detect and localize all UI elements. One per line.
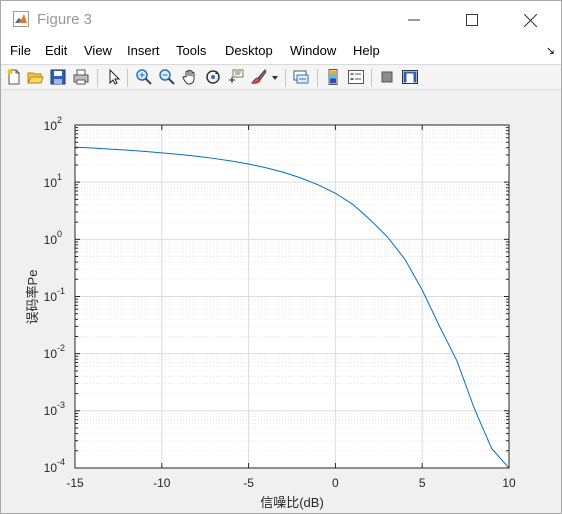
- y-tick-exponent: -1: [57, 286, 65, 296]
- y-tick-exponent: 1: [57, 172, 62, 182]
- toolbar-separator: [371, 69, 372, 87]
- minimize-button[interactable]: [385, 1, 443, 39]
- x-tick-label: 0: [332, 476, 339, 490]
- y-tick-base: 10: [44, 347, 58, 361]
- y-tick-base: 10: [44, 404, 58, 418]
- brush-dropdown-icon[interactable]: [270, 68, 280, 86]
- menu-bar: File Edit View Insert Tools Desktop Wind…: [1, 39, 561, 64]
- x-tick-label: -10: [153, 476, 171, 490]
- figure-toolbar: [1, 64, 561, 90]
- y-tick-exponent: -2: [57, 343, 65, 353]
- maximize-button[interactable]: [443, 1, 501, 39]
- zoom-out-icon[interactable]: [158, 68, 176, 86]
- y-tick-base: 10: [44, 176, 58, 190]
- y-tick-label: 10 -3: [44, 400, 65, 418]
- figure-canvas: -15 -10 -5 0 5 10 10 -4 10 -3 10 -2 10 -1 10…: [1, 91, 561, 513]
- toolbar-separator: [317, 69, 318, 87]
- y-tick-base: 10: [44, 233, 58, 247]
- dock-arrow-icon[interactable]: ↘: [546, 44, 555, 57]
- toolbar-separator: [127, 69, 128, 87]
- menu-help[interactable]: Help: [353, 43, 380, 58]
- close-button[interactable]: [501, 1, 559, 39]
- y-tick-label: 10 0: [44, 229, 62, 247]
- menu-file[interactable]: File: [10, 43, 31, 58]
- save-icon[interactable]: [49, 68, 67, 86]
- y-tick-base: 10: [44, 119, 58, 133]
- minimize-icon: [408, 19, 420, 21]
- brush-icon[interactable]: [250, 68, 268, 86]
- rotate-3d-icon[interactable]: [204, 68, 222, 86]
- toolbar-separator: [97, 69, 98, 87]
- edit-plot-arrow-icon[interactable]: [105, 68, 123, 86]
- menu-window[interactable]: Window: [290, 43, 336, 58]
- maximize-icon: [466, 14, 478, 26]
- y-tick-exponent: 2: [57, 115, 62, 125]
- y-tick-label: 10 -1: [44, 286, 65, 304]
- open-file-icon[interactable]: [26, 68, 44, 86]
- menu-edit[interactable]: Edit: [45, 43, 67, 58]
- x-axis-label: 信噪比(dB): [260, 495, 324, 510]
- insert-legend-icon[interactable]: [347, 68, 365, 86]
- show-plot-tools-icon[interactable]: [401, 68, 419, 86]
- close-icon: [523, 13, 537, 27]
- window-title: Figure 3: [37, 11, 93, 28]
- insert-colorbar-icon[interactable]: [324, 68, 342, 86]
- plot-svg: -15 -10 -5 0 5 10 10 -4 10 -3 10 -2 10 -1 10…: [25, 115, 516, 510]
- x-tick-label: 5: [419, 476, 426, 490]
- menu-insert[interactable]: Insert: [127, 43, 160, 58]
- y-tick-exponent: -4: [57, 457, 65, 467]
- pan-hand-icon[interactable]: [181, 68, 199, 86]
- title-bar: Figure 3: [1, 1, 561, 39]
- print-icon[interactable]: [72, 68, 90, 86]
- zoom-in-icon[interactable]: [135, 68, 153, 86]
- y-tick-base: 10: [44, 461, 58, 475]
- y-tick-label: 10 -4: [44, 457, 65, 475]
- figure-window: Figure 3 File Edit View Insert Tools Des…: [0, 0, 562, 514]
- y-tick-base: 10: [44, 290, 58, 304]
- x-tick-label: -5: [243, 476, 254, 490]
- y-tick-exponent: 0: [57, 229, 62, 239]
- x-tick-label: 10: [502, 476, 516, 490]
- toolbar-separator: [285, 69, 286, 87]
- y-axis-label: 误码率Pe: [25, 270, 40, 325]
- menu-view[interactable]: View: [84, 43, 112, 58]
- hide-plot-tools-icon[interactable]: [378, 68, 396, 86]
- y-tick-label: 10 -2: [44, 343, 65, 361]
- menu-desktop[interactable]: Desktop: [225, 43, 273, 58]
- x-tick-label: -15: [66, 476, 84, 490]
- y-tick-label: 10 1: [44, 172, 62, 190]
- menu-tools[interactable]: Tools: [176, 43, 206, 58]
- new-figure-icon[interactable]: [5, 68, 23, 86]
- y-tick-exponent: -3: [57, 400, 65, 410]
- link-plot-icon[interactable]: [292, 68, 310, 86]
- matlab-logo-icon: [13, 11, 29, 27]
- data-cursor-icon[interactable]: [227, 68, 245, 86]
- y-tick-label: 10 2: [44, 115, 62, 133]
